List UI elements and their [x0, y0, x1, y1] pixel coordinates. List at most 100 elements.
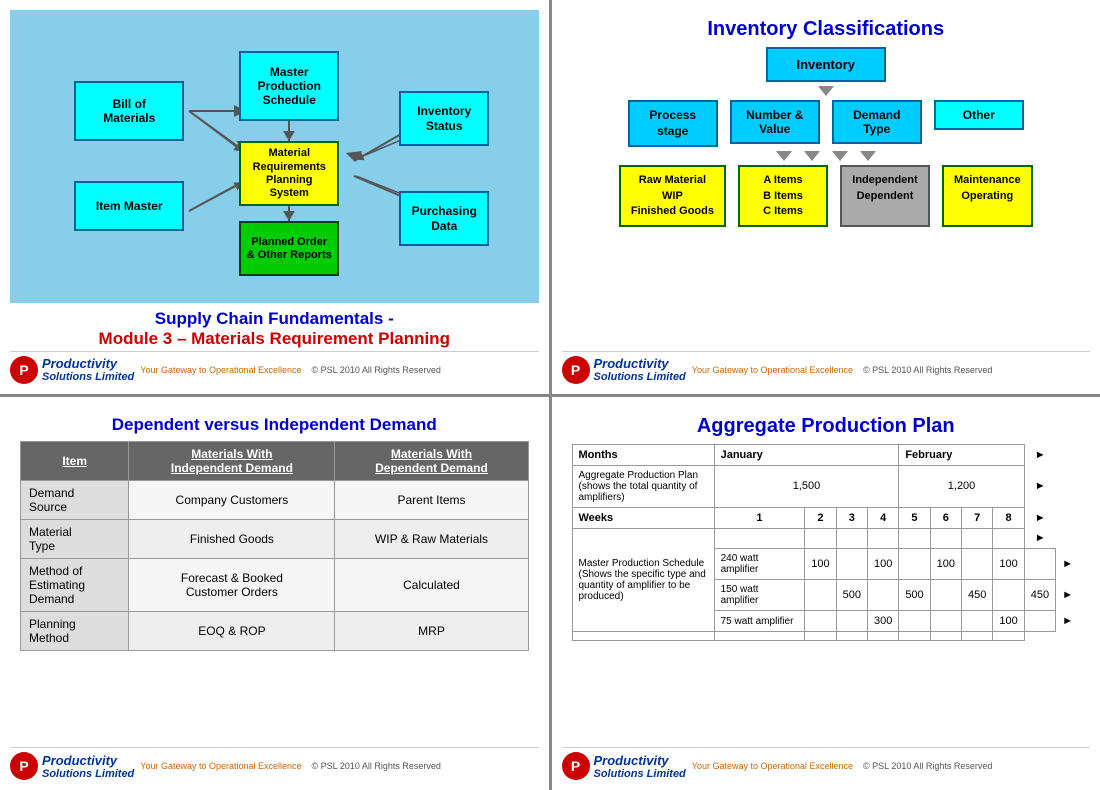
diagram-inner: Bill of Materials Item Master Master Pro… — [44, 21, 504, 291]
inv-sub-row: Raw MaterialWIPFinished Goods A ItemsB I… — [619, 165, 1033, 227]
app-feb-val: 1,200 — [899, 465, 1024, 507]
75-w3: 300 — [867, 611, 898, 632]
wk2: 2 — [805, 507, 836, 528]
dep-table: Item Materials WithIndependent Demand Ma… — [20, 441, 529, 651]
prod-table: Months January February ► Aggregate Prod… — [572, 444, 1081, 642]
240-w8 — [1024, 549, 1055, 580]
footer-logo-icon-3: P — [10, 752, 38, 780]
75-w6 — [962, 611, 993, 632]
product-75-label: 75 watt amplifier — [714, 611, 805, 632]
empty-row — [572, 632, 1080, 641]
150-w8: 450 — [1024, 580, 1055, 611]
col2-planning: MRP — [335, 611, 528, 650]
arrow-other — [860, 151, 876, 161]
col2-demand: Parent Items — [335, 480, 528, 519]
inventory-box: Inventory — [766, 47, 886, 82]
240-w1: 100 — [805, 549, 836, 580]
150-w4: 500 — [899, 580, 930, 611]
footer-logo-2: Productivity Solutions Limited — [594, 356, 686, 383]
slide3-footer: P Productivity Solutions Limited Your Ga… — [10, 747, 539, 780]
months-label: Months — [572, 444, 714, 465]
mrp-box: Material Requirements Planning System — [239, 141, 339, 206]
240-w3: 100 — [867, 549, 898, 580]
footer-logo-icon-4: P — [562, 752, 590, 780]
inv-arrow-row — [776, 151, 876, 161]
75-w7: 100 — [993, 611, 1024, 632]
240-w6 — [962, 549, 993, 580]
wk7: 7 — [962, 507, 993, 528]
mps-box: Master Production Schedule — [239, 51, 339, 121]
footer-logo-icon-2: P — [562, 356, 590, 384]
col1-material: Finished Goods — [129, 519, 335, 558]
slide1-diagram: Bill of Materials Item Master Master Pro… — [10, 10, 539, 303]
150-w7 — [993, 580, 1024, 611]
footer-right: Your Gateway to Operational Excellence — [140, 365, 301, 375]
months-row: Months January February ► — [572, 444, 1080, 465]
table-row: Method ofEstimatingDemand Forecast & Boo… — [21, 558, 529, 611]
wk4: 4 — [867, 507, 898, 528]
slide1-title: Supply Chain Fundamentals - Module 3 – M… — [99, 303, 450, 351]
planned-order-box: Planned Order & Other Reports — [239, 221, 339, 276]
mps-label-row: Master Production Schedule(Shows the spe… — [572, 528, 1080, 549]
150-w2: 500 — [836, 580, 867, 611]
wk1: 1 — [714, 507, 805, 528]
col-item-header: Item — [21, 441, 129, 480]
col1-demand: Company Customers — [129, 480, 335, 519]
75-w1 — [805, 611, 836, 632]
process-stage-box: Processstage — [628, 100, 718, 147]
inv-top: Inventory — [766, 47, 886, 82]
footer-right-4: Your Gateway to Operational Excellence — [692, 761, 853, 771]
slide-2: Inventory Classifications Inventory Proc… — [552, 0, 1100, 394]
other-box: Other — [934, 100, 1024, 130]
footer-inner-2: P Productivity Solutions Limited — [562, 356, 686, 384]
150-w5 — [930, 580, 961, 611]
col-dep-header: Materials WithDependent Demand — [335, 441, 528, 480]
number-value-box: Number &Value — [730, 100, 820, 144]
purchasing-data-box: Purchasing Data — [399, 191, 489, 246]
product-240-label: 240 watt amplifier — [714, 549, 805, 580]
footer-copy-3: © PSL 2010 All Rights Reserved — [312, 761, 441, 771]
table-row: PlanningMethod EOQ & ROP MRP — [21, 611, 529, 650]
abc-items-box: A ItemsB ItemsC Items — [738, 165, 828, 227]
slide4-footer: P Productivity Solutions Limited Your Ga… — [562, 747, 1091, 780]
item-master-box: Item Master — [74, 181, 184, 231]
wk5: 5 — [899, 507, 930, 528]
240-w5: 100 — [930, 549, 961, 580]
row-label-demand: DemandSource — [21, 480, 129, 519]
slide1-title-line1: Supply Chain Fundamentals - — [99, 309, 450, 329]
150-w3 — [867, 580, 898, 611]
col2-material: WIP & Raw Materials — [335, 519, 528, 558]
slide4-title: Aggregate Production Plan — [562, 407, 1091, 444]
slide1-title-line2: Module 3 – Materials Requirement Plannin… — [99, 329, 450, 349]
slide2-title: Inventory Classifications — [562, 10, 1091, 47]
footer-inner-3: P Productivity Solutions Limited — [10, 752, 134, 780]
col1-method: Forecast & BookedCustomer Orders — [129, 558, 335, 611]
weeks-row: Weeks 1 2 3 4 5 6 7 8 ► — [572, 507, 1080, 528]
app-label: Aggregate Production Plan(shows the tota… — [572, 465, 714, 507]
inv-col-process: Processstage — [628, 100, 718, 147]
240-w4 — [899, 549, 930, 580]
footer-inner: P Productivity Solutions Limited — [10, 356, 134, 384]
january-cell: January — [714, 444, 899, 465]
inv-col-other: Other — [934, 100, 1024, 147]
app-row: Aggregate Production Plan(shows the tota… — [572, 465, 1080, 507]
arrow-demand — [832, 151, 848, 161]
footer-copy-4: © PSL 2010 All Rights Reserved — [863, 761, 992, 771]
footer-logo-4: Productivity Solutions Limited — [594, 753, 686, 780]
wk3: 3 — [836, 507, 867, 528]
table-row: MaterialType Finished Goods WIP & Raw Ma… — [21, 519, 529, 558]
wk8: 8 — [993, 507, 1024, 528]
demand-type-box: DemandType — [832, 100, 922, 144]
row-label-method: Method ofEstimatingDemand — [21, 558, 129, 611]
inv-diagram: Inventory Processstage Number &Value Dem… — [562, 47, 1091, 351]
row-label-planning: PlanningMethod — [21, 611, 129, 650]
75-w4 — [899, 611, 930, 632]
arrow-number — [804, 151, 820, 161]
arrow-down-inv — [818, 86, 834, 96]
row-label-material: MaterialType — [21, 519, 129, 558]
footer-inner-4: P Productivity Solutions Limited — [562, 752, 686, 780]
weeks-label: Weeks — [572, 507, 714, 528]
col2-method: Calculated — [335, 558, 528, 611]
app-jan-val: 1,500 — [714, 465, 899, 507]
150-w1 — [805, 580, 836, 611]
